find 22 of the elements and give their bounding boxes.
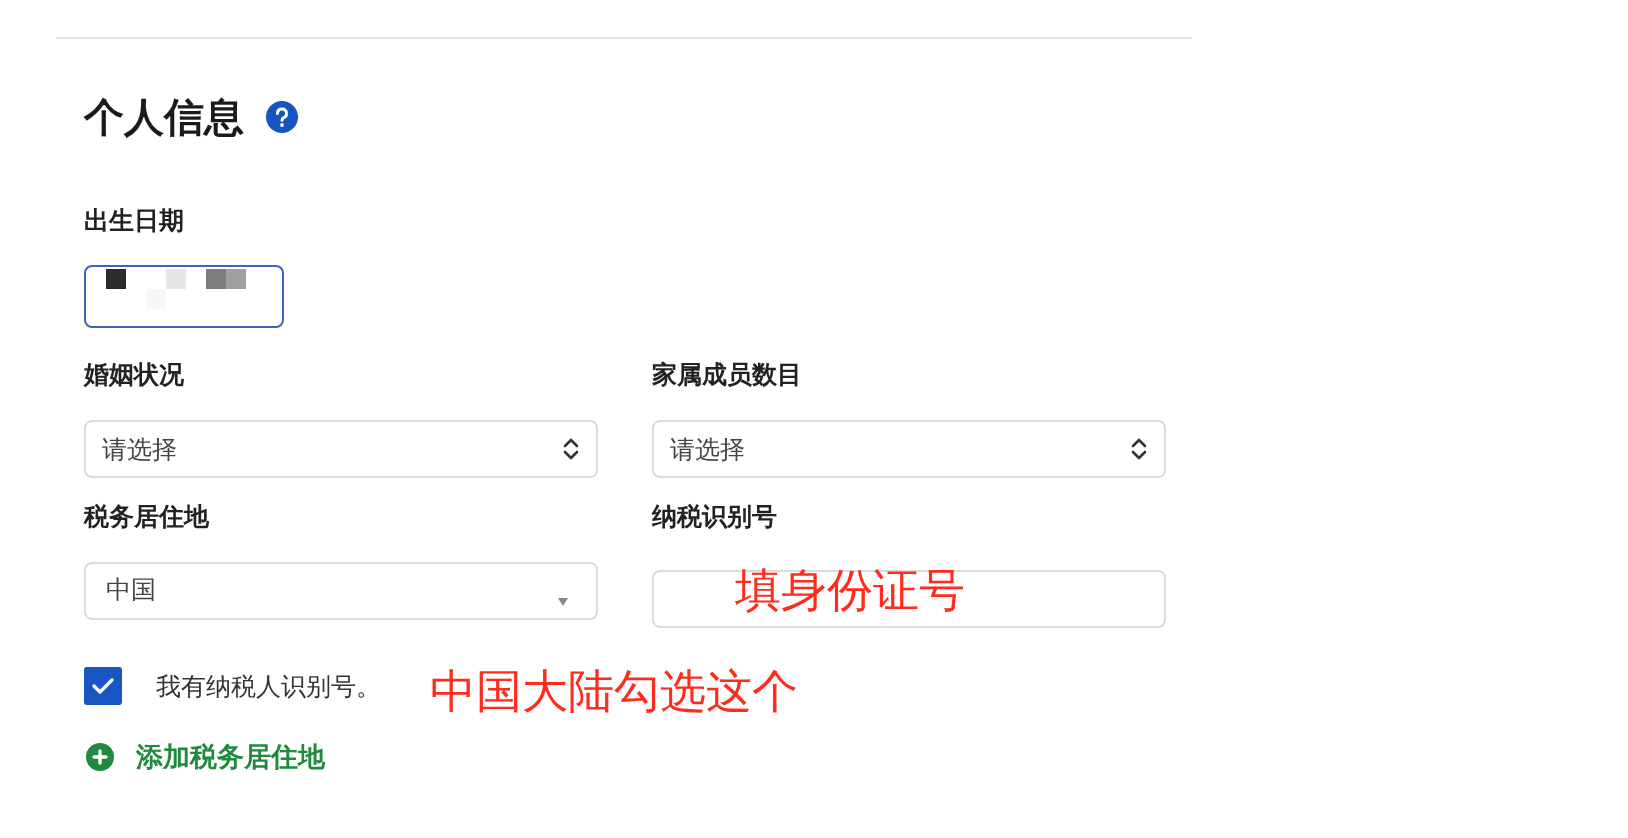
annotation-text: 中国大陆勾选这个 (430, 664, 798, 718)
checkbox-label: 我有纳税人识别号。 (156, 670, 381, 703)
field-label: 家属成员数目 (652, 360, 802, 390)
field-label: 出生日期 (84, 206, 185, 236)
dropdown-arrow-icon (558, 598, 568, 606)
select-field[interactable]: 请选择 (84, 420, 598, 478)
chevron-updown-icon (562, 437, 580, 461)
field-label: 婚姻状况 (84, 360, 184, 390)
check-icon (91, 677, 115, 695)
add-icon[interactable] (86, 743, 114, 771)
input-field[interactable] (652, 570, 1166, 628)
field-label: 税务居住地 (84, 502, 209, 532)
select-field[interactable]: 中国 (84, 562, 598, 620)
date-field[interactable] (84, 265, 284, 328)
annotation-text: 填身份证号 (735, 563, 965, 617)
select-field[interactable]: 请选择 (652, 420, 1166, 478)
help-icon[interactable] (266, 101, 298, 133)
section-title: 个人信息 (84, 93, 244, 142)
checkbox[interactable] (84, 667, 122, 705)
field-label: 纳税识别号 (652, 502, 777, 532)
add-link[interactable]: 添加税务居住地 (136, 739, 325, 775)
chevron-updown-icon (1130, 437, 1148, 461)
